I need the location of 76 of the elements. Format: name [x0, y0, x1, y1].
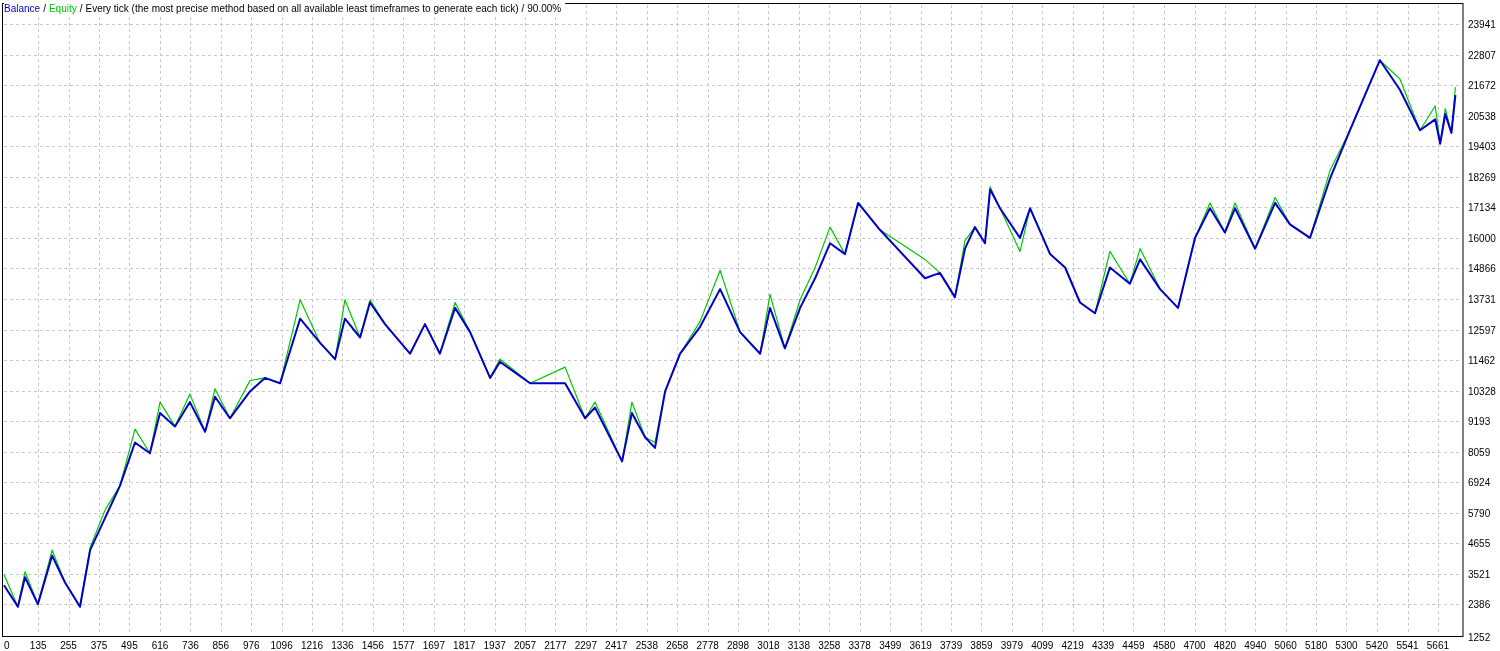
x-axis-label: 3138: [787, 640, 810, 651]
y-axis-label: 2386: [1468, 599, 1491, 611]
x-axis-label: 4339: [1091, 640, 1115, 651]
x-axis-label: 5300: [1335, 640, 1358, 651]
x-axis-label: 1817: [453, 640, 476, 651]
chart-caption: 90.00%: [527, 2, 562, 16]
separator: /: [43, 2, 46, 16]
x-axis-label: 3258: [818, 640, 841, 651]
y-axis-label: 10328: [1468, 385, 1496, 397]
x-axis-label: 1937: [483, 640, 506, 651]
x-axis-label: 5661: [1426, 640, 1450, 651]
x-axis-label: 1096: [270, 640, 293, 651]
y-axis-label: 12597: [1468, 324, 1496, 336]
x-axis-label: 255: [60, 640, 77, 651]
x-axis-label: 375: [90, 640, 108, 651]
x-axis-label: 976: [242, 640, 260, 651]
x-axis-label: 2898: [726, 640, 750, 651]
x-axis-label: 3018: [757, 640, 780, 651]
y-axis-label: 8059: [1468, 446, 1491, 458]
separator: /: [79, 2, 83, 16]
x-axis-label: 5180: [1304, 640, 1328, 651]
x-axis-label: 2538: [635, 640, 658, 651]
x-axis-label: 2297: [574, 640, 597, 651]
y-axis-label: 6924: [1468, 477, 1491, 489]
x-axis-label: 1577: [392, 640, 415, 651]
x-axis-label: 4099: [1031, 640, 1054, 651]
y-axis-label: 3521: [1468, 568, 1491, 580]
chart-caption: Every tick (the most precise method based on all available least timeframes to generate each tick): [85, 2, 519, 16]
y-axis-label: 22807: [1468, 49, 1496, 61]
x-axis-label: 1456: [361, 640, 384, 651]
x-axis-label: 3739: [939, 640, 963, 651]
y-axis-label: 14866: [1468, 263, 1496, 275]
x-axis-label: 3499: [879, 640, 902, 651]
x-axis-label: 3979: [1000, 640, 1023, 651]
x-axis-label: 4580: [1153, 640, 1176, 651]
x-axis-label: 736: [182, 640, 199, 651]
x-axis-label: 4820: [1213, 640, 1237, 651]
y-axis-label: 18269: [1468, 171, 1496, 183]
x-axis-label: 2658: [666, 640, 689, 651]
x-axis-label: 1336: [331, 640, 354, 651]
x-axis-label: 3378: [848, 640, 871, 651]
legend-label: Balance: [4, 2, 41, 16]
x-axis-label: 616: [151, 640, 169, 651]
x-axis-label: 5541: [1396, 640, 1419, 651]
x-axis-label: 135: [29, 640, 47, 651]
x-axis-label: 856: [212, 640, 230, 651]
y-axis-label: 17134: [1468, 202, 1496, 214]
x-axis-label: 2417: [605, 640, 628, 651]
x-axis-label: 4940: [1244, 640, 1267, 651]
x-axis-label: 4219: [1061, 640, 1084, 651]
x-axis-label: 2778: [696, 640, 719, 651]
x-axis-label: 3859: [970, 640, 993, 651]
x-axis-label: 4700: [1183, 640, 1206, 651]
x-axis-label: 4459: [1122, 640, 1145, 651]
x-axis-label: 5060: [1274, 640, 1297, 651]
x-axis-label: 495: [121, 640, 138, 651]
x-axis-label: 1697: [422, 640, 445, 651]
y-axis-label: 16000: [1468, 232, 1496, 244]
x-axis-label: 5420: [1365, 640, 1388, 651]
separator: /: [521, 2, 525, 16]
y-axis-label: 9193: [1468, 416, 1491, 428]
y-axis-label: 1252: [1468, 632, 1491, 643]
x-axis-label: 2177: [544, 640, 567, 651]
y-axis-label: 21672: [1468, 80, 1496, 92]
x-axis-label: 3619: [909, 640, 932, 651]
x-axis-label: 2057: [513, 640, 537, 651]
y-axis-label: 23941: [1468, 19, 1496, 31]
y-axis-label: 5790: [1468, 507, 1491, 519]
legend-label: Equity: [48, 2, 77, 16]
x-axis-label: 0: [4, 640, 10, 651]
y-axis-label: 19403: [1468, 141, 1496, 153]
y-axis-label: 20538: [1468, 110, 1496, 122]
x-axis-label: 1216: [300, 640, 324, 651]
y-axis-label: 11462: [1468, 355, 1496, 367]
y-axis-label: 4655: [1468, 538, 1491, 550]
y-axis-label: 13731: [1468, 294, 1496, 305]
